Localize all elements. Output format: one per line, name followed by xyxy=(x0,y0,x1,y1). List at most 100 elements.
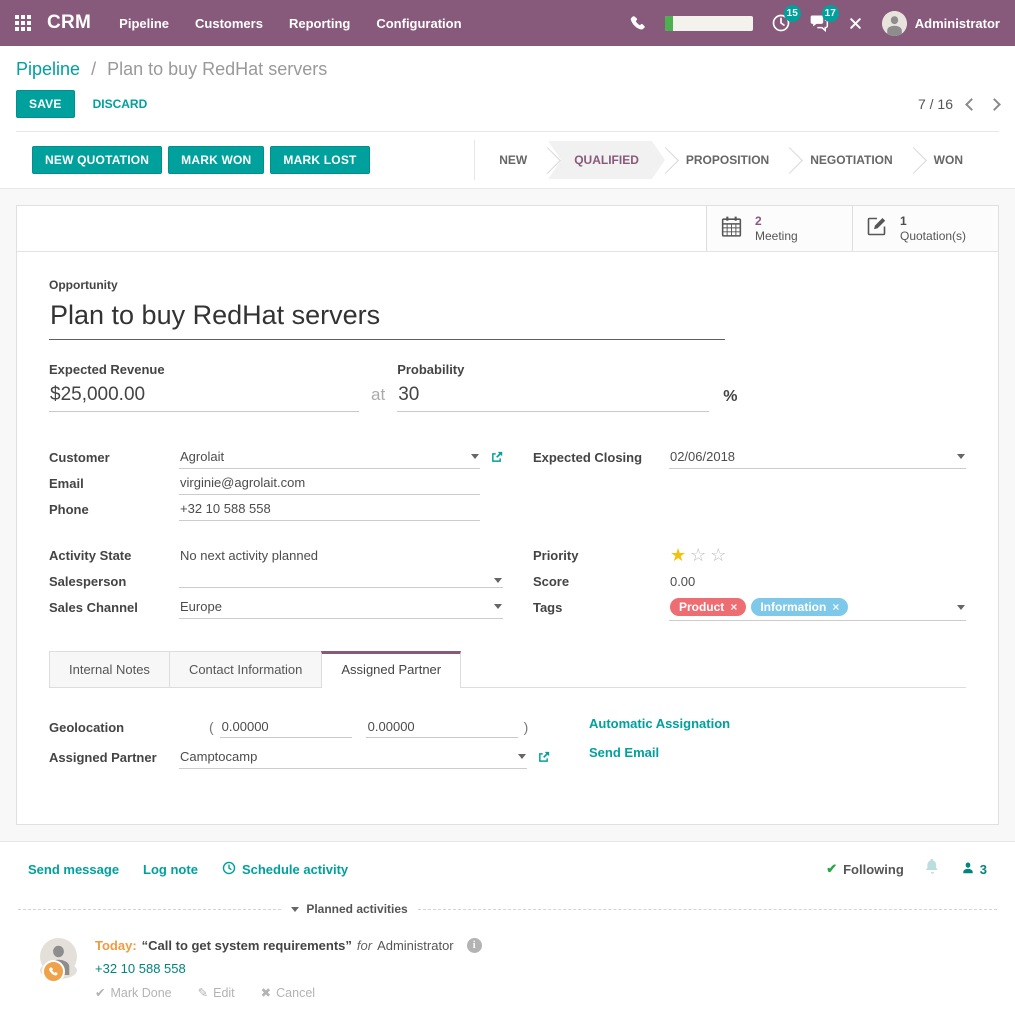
save-button[interactable]: SAVE xyxy=(16,90,75,118)
nav-item-customers[interactable]: Customers xyxy=(195,16,263,31)
at-label: at xyxy=(371,385,385,412)
expected-closing-value: 02/06/2018 xyxy=(670,449,735,464)
expected-revenue-input[interactable] xyxy=(49,382,359,412)
phone-icon[interactable] xyxy=(629,14,647,32)
phone-label: Phone xyxy=(49,502,179,517)
tag-information[interactable]: Information × xyxy=(751,598,848,616)
probability-input[interactable] xyxy=(397,382,709,412)
sales-channel-label: Sales Channel xyxy=(49,600,179,615)
goal-progress-fill xyxy=(665,16,673,31)
stage-proposition[interactable]: PROPOSITION xyxy=(666,141,789,179)
assigned-partner-external-link-icon[interactable] xyxy=(537,751,550,764)
activity-for-word: for xyxy=(357,938,372,953)
star-filled-icon[interactable]: ★ xyxy=(670,546,686,564)
systray: 15 17 Administrator xyxy=(629,11,1000,36)
quotations-count: 1 xyxy=(900,214,966,229)
activities-badge: 15 xyxy=(784,5,801,22)
pager-value: 7 / 16 xyxy=(918,96,953,112)
opportunity-title-input[interactable] xyxy=(49,294,725,340)
edit-note-icon xyxy=(865,214,889,243)
customer-external-link-icon[interactable] xyxy=(490,451,503,464)
nav-item-pipeline[interactable]: Pipeline xyxy=(119,16,169,31)
check-icon: ✔ xyxy=(95,985,105,1000)
bell-icon[interactable] xyxy=(924,858,941,880)
stage-qualified[interactable]: QUALIFIED xyxy=(548,141,665,179)
chevron-down-icon xyxy=(471,454,479,459)
tools-icon[interactable] xyxy=(847,15,864,32)
tab-internal-notes[interactable]: Internal Notes xyxy=(49,651,170,687)
activity-state-value: No next activity planned xyxy=(179,544,503,567)
tag-remove-icon[interactable]: × xyxy=(730,600,737,614)
form-sheet: 2 Meeting 1 Quotation(s) Opportunity Exp… xyxy=(16,205,999,825)
expected-closing-field[interactable]: 02/06/2018 xyxy=(669,445,966,469)
log-note-button[interactable]: Log note xyxy=(143,862,198,877)
messages-icon[interactable]: 17 xyxy=(809,13,829,33)
assigned-partner-field[interactable]: Camptocamp xyxy=(179,745,527,769)
star-empty-icon[interactable]: ☆ xyxy=(690,546,706,564)
form-background: 2 Meeting 1 Quotation(s) Opportunity Exp… xyxy=(0,188,1015,841)
pager-next-icon[interactable] xyxy=(988,98,1001,111)
tab-contact-information[interactable]: Contact Information xyxy=(169,651,322,687)
activities-clock-icon[interactable]: 15 xyxy=(771,13,791,33)
tags-field[interactable]: Product × Information × xyxy=(669,594,966,621)
score-label: Score xyxy=(533,574,669,589)
send-email-link[interactable]: Send Email xyxy=(589,745,730,760)
phone-field[interactable] xyxy=(179,497,480,521)
tab-assigned-partner[interactable]: Assigned Partner xyxy=(321,651,461,688)
caret-down-icon xyxy=(291,907,299,912)
quotations-stat-button[interactable]: 1 Quotation(s) xyxy=(852,206,998,251)
meetings-label: Meeting xyxy=(755,229,798,244)
info-icon[interactable]: i xyxy=(467,938,482,953)
sales-channel-field[interactable]: Europe xyxy=(179,595,503,619)
mark-won-button[interactable]: MARK WON xyxy=(168,146,264,174)
schedule-activity-button[interactable]: Schedule activity xyxy=(222,861,348,878)
mark-done-button[interactable]: ✔ Mark Done xyxy=(95,985,172,1000)
score-value: 0.00 xyxy=(669,570,966,593)
tag-product[interactable]: Product × xyxy=(670,598,746,616)
meetings-stat-button[interactable]: 2 Meeting xyxy=(706,206,852,251)
app-name[interactable]: CRM xyxy=(47,12,91,34)
mark-lost-button[interactable]: MARK LOST xyxy=(270,146,369,174)
clock-icon xyxy=(222,861,236,878)
divider-line xyxy=(18,909,281,910)
tag-remove-icon[interactable]: × xyxy=(832,600,839,614)
apps-grid-icon[interactable] xyxy=(15,15,31,31)
chevron-down-icon xyxy=(957,605,965,610)
pencil-icon: ✎ xyxy=(198,985,208,1000)
salesperson-field[interactable] xyxy=(179,574,503,588)
following-label: Following xyxy=(843,862,904,877)
cancel-activity-button[interactable]: ✖ Cancel xyxy=(261,985,315,1000)
cancel-label: Cancel xyxy=(276,986,315,1000)
activity-phone-link[interactable]: +32 10 588 558 xyxy=(95,961,186,976)
user-menu[interactable]: Administrator xyxy=(882,11,1000,36)
pager-previous-icon[interactable] xyxy=(965,98,978,111)
longitude-input[interactable] xyxy=(366,716,518,738)
followers-button[interactable]: 3 xyxy=(961,861,987,878)
messages-badge: 17 xyxy=(822,5,839,22)
planned-activities-toggle[interactable]: Planned activities xyxy=(16,902,999,916)
discard-button[interactable]: DISCARD xyxy=(93,97,148,111)
priority-label: Priority xyxy=(533,548,669,563)
customer-field[interactable]: Agrolait xyxy=(179,445,480,469)
quotations-label: Quotation(s) xyxy=(900,229,966,244)
edit-activity-button[interactable]: ✎ Edit xyxy=(198,985,235,1000)
assigned-partner-label: Assigned Partner xyxy=(49,750,179,765)
automatic-assignation-link[interactable]: Automatic Assignation xyxy=(589,716,730,731)
nav-item-reporting[interactable]: Reporting xyxy=(289,16,350,31)
email-field[interactable] xyxy=(179,471,480,495)
latitude-input[interactable] xyxy=(220,716,352,738)
person-icon xyxy=(961,861,975,878)
activity-summary: “Call to get system requirements” xyxy=(142,938,352,953)
chatter: Send message Log note Schedule activity … xyxy=(0,841,1015,1010)
percent-suffix: % xyxy=(723,388,737,412)
goal-progress-bar[interactable] xyxy=(665,16,753,31)
stage-negotiation[interactable]: NEGOTIATION xyxy=(790,141,912,179)
breadcrumb-pipeline[interactable]: Pipeline xyxy=(16,59,80,79)
nav-item-configuration[interactable]: Configuration xyxy=(376,16,461,31)
new-quotation-button[interactable]: NEW QUOTATION xyxy=(32,146,162,174)
send-message-button[interactable]: Send message xyxy=(28,862,119,877)
email-input[interactable] xyxy=(180,475,479,490)
phone-input[interactable] xyxy=(180,501,479,516)
star-empty-icon[interactable]: ☆ xyxy=(710,546,726,564)
following-toggle[interactable]: ✔ Following xyxy=(826,861,904,877)
